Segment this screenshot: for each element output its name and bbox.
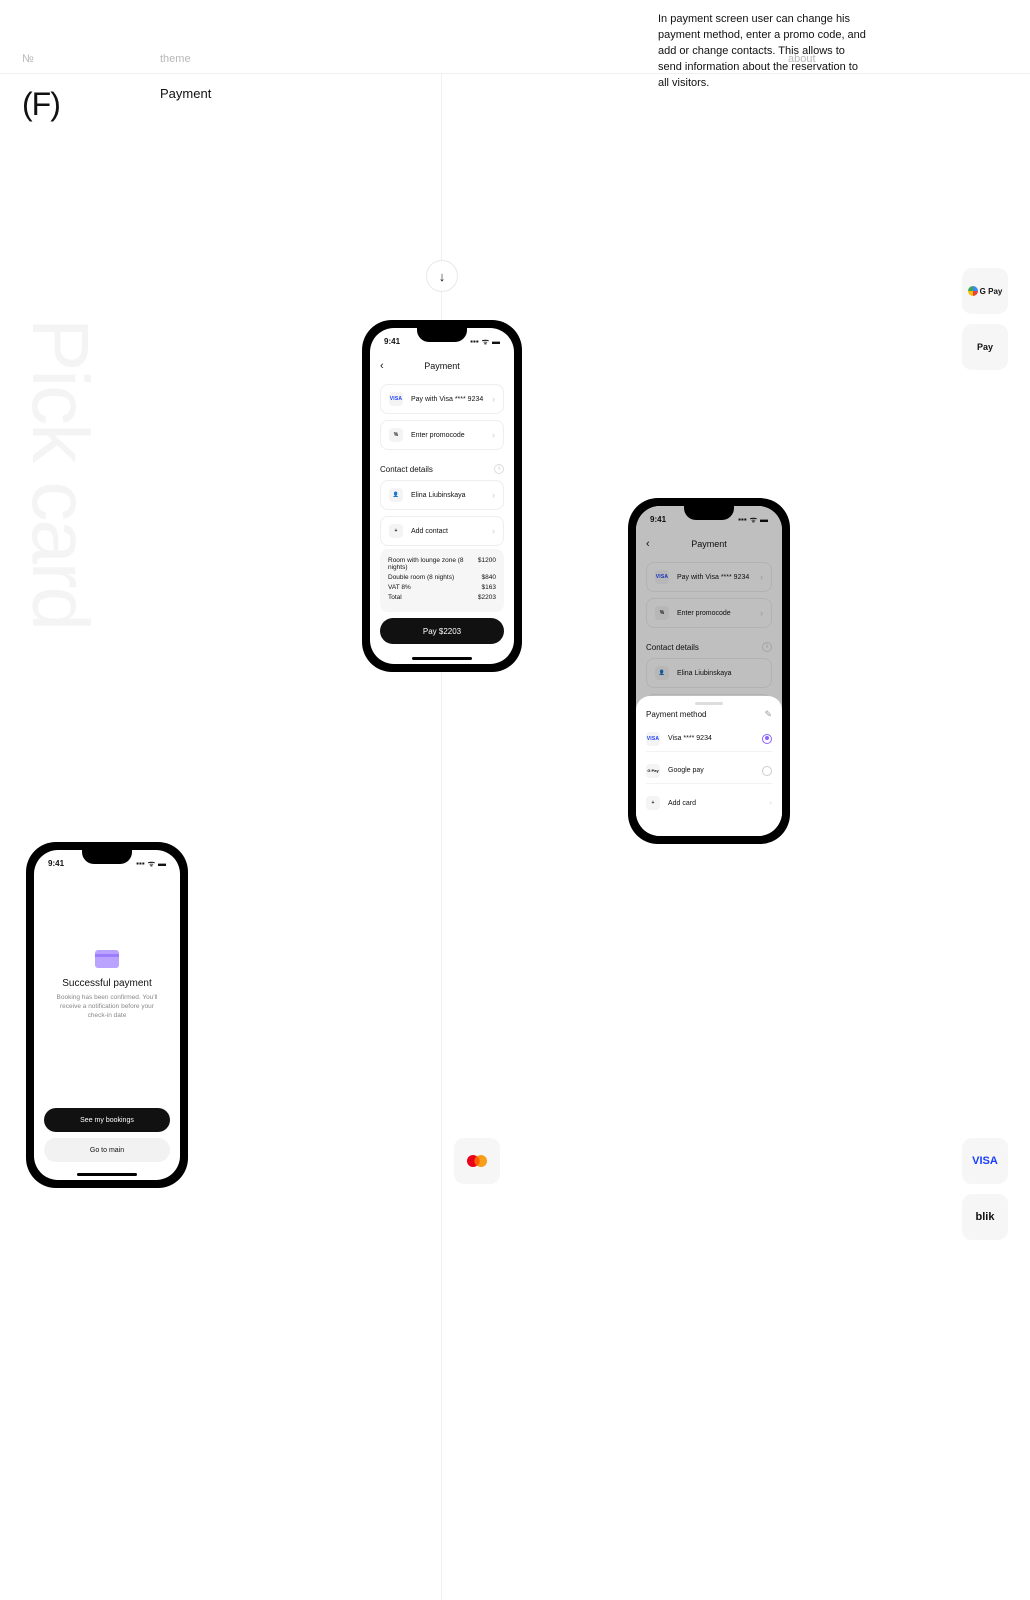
section-id: (F) — [22, 86, 160, 123]
gpay-badge: G Pay — [962, 268, 1008, 314]
contact-name: Elina Liubinskaya — [411, 492, 465, 499]
sheet-grabber[interactable] — [695, 702, 723, 705]
contact-row[interactable]: 👤 Elina Liubinskaya › — [380, 480, 504, 510]
signal-icon: ▪▪▪ — [470, 337, 479, 346]
home-indicator — [412, 657, 472, 660]
info-icon[interactable]: i — [494, 464, 504, 474]
table-header: № theme about — [0, 0, 1030, 74]
visa-icon: VISA — [655, 570, 669, 584]
sheet-title: Payment method — [646, 710, 706, 719]
visa-icon: VISA — [389, 392, 403, 406]
promo-label: Enter promocode — [411, 432, 465, 439]
blik-badge: blik — [962, 1194, 1008, 1240]
watermark-text: Pick card — [14, 318, 106, 629]
payment-method-row: VISA Pay with Visa **** 9234 › — [646, 562, 772, 592]
option-add-card[interactable]: + Add card › — [646, 790, 772, 816]
back-button[interactable]: ‹ — [380, 360, 384, 372]
see-bookings-button[interactable]: See my bookings — [44, 1108, 170, 1132]
notch — [417, 328, 467, 342]
radio-selected[interactable] — [762, 734, 772, 744]
person-icon: 👤 — [655, 666, 669, 680]
google-g-icon — [968, 286, 978, 296]
payment-method-sheet: Payment method ✎ VISA Visa **** 9234 G P… — [636, 696, 782, 836]
pay-button[interactable]: Pay $2203 — [380, 618, 504, 644]
chevron-right-icon: › — [492, 394, 495, 404]
home-indicator — [77, 1173, 137, 1176]
add-contact-label: Add contact — [411, 528, 448, 535]
go-to-main-button[interactable]: Go to main — [44, 1138, 170, 1162]
notch — [82, 850, 132, 864]
battery-icon: ▬ — [158, 859, 166, 868]
chevron-right-icon: › — [770, 800, 772, 807]
option-gpay[interactable]: G Pay Google pay — [646, 758, 772, 784]
applepay-badge: Pay — [962, 324, 1008, 370]
pay-with-label: Pay with Visa **** 9234 — [411, 396, 483, 403]
success-title: Successful payment — [52, 978, 162, 989]
battery-icon: ▬ — [492, 337, 500, 346]
edit-icon[interactable]: ✎ — [764, 709, 772, 720]
divider-line — [441, 74, 442, 1600]
down-arrow-icon: ↓ — [426, 260, 458, 292]
wifi-icon: ᯤ — [750, 514, 757, 525]
radio-unselected[interactable] — [762, 766, 772, 776]
mastercard-icon — [466, 1154, 488, 1168]
status-time: 9:41 — [384, 337, 400, 346]
percent-icon: % — [655, 606, 669, 620]
visa-icon: VISA — [646, 732, 660, 746]
nav-title: Payment — [424, 361, 460, 371]
add-contact-row[interactable]: + Add contact › — [380, 516, 504, 546]
person-icon: 👤 — [389, 488, 403, 502]
wifi-icon: ᯤ — [482, 336, 489, 347]
contact-heading: Contact details — [380, 465, 433, 474]
plus-icon: + — [389, 524, 403, 538]
wifi-icon: ᯤ — [148, 858, 155, 869]
chevron-right-icon: › — [492, 430, 495, 440]
info-icon: i — [762, 642, 772, 652]
option-visa[interactable]: VISA Visa **** 9234 — [646, 726, 772, 752]
chevron-right-icon: › — [492, 490, 495, 500]
payment-method-row[interactable]: VISA Pay with Visa **** 9234 › — [380, 384, 504, 414]
col-num: № — [22, 53, 160, 73]
status-time: 9:41 — [48, 859, 64, 868]
promocode-row: % Enter promocode › — [646, 598, 772, 628]
notch — [684, 506, 734, 520]
contact-row: 👤 Elina Liubinskaya — [646, 658, 772, 688]
promocode-row[interactable]: % Enter promocode › — [380, 420, 504, 450]
plus-icon: + — [646, 796, 660, 810]
chevron-right-icon: › — [492, 526, 495, 536]
success-subtitle: Booking has been confirmed. You'll recei… — [52, 993, 162, 1020]
percent-icon: % — [389, 428, 403, 442]
nav-title: Payment — [691, 539, 727, 549]
mastercard-badge — [454, 1138, 500, 1184]
success-screen-phone: 9:41 ▪▪▪ᯤ▬ Successful payment Booking ha… — [26, 842, 188, 1188]
col-theme: theme — [160, 53, 438, 73]
theme-name: Payment — [160, 86, 438, 123]
payment-screen-phone: 9:41 ▪▪▪ᯤ▬ ‹ Payment VISA Pay with Visa … — [362, 320, 522, 672]
payment-method-sheet-phone: 9:41 ▪▪▪ᯤ▬ ‹ Payment VISA Pay with Visa … — [628, 498, 790, 844]
signal-icon: ▪▪▪ — [738, 515, 747, 524]
battery-icon: ▬ — [760, 515, 768, 524]
visa-badge: VISA — [962, 1138, 1008, 1184]
about-text: In payment screen user can change his pa… — [658, 12, 868, 92]
card-success-icon — [95, 950, 119, 968]
gpay-icon: G Pay — [646, 764, 660, 778]
summary-card: Room with lounge zone (8 nights)$1200 Do… — [380, 549, 504, 612]
signal-icon: ▪▪▪ — [136, 859, 145, 868]
status-time: 9:41 — [650, 515, 666, 524]
back-button[interactable]: ‹ — [646, 538, 650, 550]
